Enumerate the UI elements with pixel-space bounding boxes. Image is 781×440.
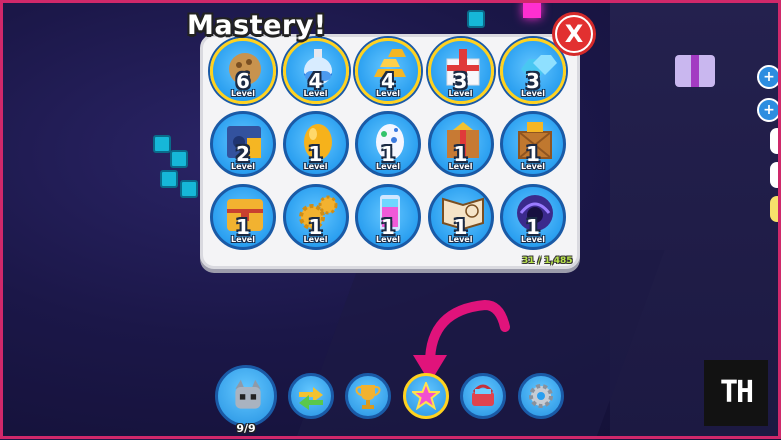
side-plus-button[interactable]: + — [757, 98, 781, 122]
mastery-level-label: Level — [376, 162, 400, 171]
mastery-item[interactable]: 6 Level — [210, 38, 276, 104]
settings-button[interactable] — [518, 373, 564, 419]
cube-decoration — [153, 135, 171, 153]
cube-decoration — [180, 180, 198, 198]
side-currency-pill — [770, 162, 781, 188]
mastery-level-label: Level — [376, 89, 400, 98]
mastery-level-label: Level — [521, 162, 545, 171]
mastery-item[interactable]: 1 Level — [282, 184, 349, 250]
mastery-item[interactable]: 3 Level — [427, 38, 494, 104]
achievements-button[interactable] — [345, 373, 391, 419]
mastery-level-label: Level — [521, 235, 545, 244]
trophy-icon — [355, 385, 381, 409]
mastery-level-label: Level — [376, 235, 400, 244]
mastery-item[interactable]: 1 Level — [210, 184, 276, 250]
mastery-level-label: Level — [521, 89, 545, 98]
side-currency-pill — [770, 196, 781, 222]
close-button[interactable]: X — [552, 12, 596, 56]
pets-button[interactable] — [215, 365, 277, 427]
panel-title: Mastery! — [187, 10, 327, 41]
mastery-item[interactable]: 4 Level — [282, 38, 349, 104]
mastery-button[interactable] — [403, 373, 449, 419]
mastery-item[interactable]: 2 Level — [210, 111, 276, 177]
cube-decoration — [160, 170, 178, 188]
neon-pillar — [523, 0, 541, 18]
side-plus-button[interactable]: + — [757, 65, 781, 89]
mastery-level-label: Level — [303, 235, 328, 244]
mastery-level-label: Level — [303, 89, 328, 98]
mastery-item[interactable]: 1 Level — [355, 184, 421, 250]
mastery-level-label: Level — [448, 162, 473, 171]
mastery-level-label: Level — [303, 162, 328, 171]
shop-basket-icon — [472, 384, 494, 406]
mastery-item[interactable]: 1 Level — [427, 184, 494, 250]
mastery-progress: 31 / 1,485 — [522, 256, 573, 266]
settings-gear-icon — [529, 384, 553, 408]
mastery-level-label: Level — [231, 162, 255, 171]
mastery-item[interactable]: 4 Level — [355, 38, 421, 104]
mastery-item[interactable]: 1 Level — [282, 111, 349, 177]
shop-button[interactable] — [460, 373, 506, 419]
gift-box-decoration — [675, 55, 715, 87]
mastery-level-label: Level — [448, 235, 473, 244]
cube-decoration — [467, 10, 485, 28]
cube-decoration — [170, 150, 188, 168]
side-currency-pill — [770, 128, 781, 154]
mastery-level-label: Level — [231, 235, 255, 244]
pet-count: 9/9 — [236, 422, 256, 435]
mastery-item[interactable]: 1 Level — [427, 111, 494, 177]
watermark-logo: TH — [704, 360, 768, 426]
mastery-level-label: Level — [448, 89, 473, 98]
mastery-item[interactable]: 1 Level — [500, 111, 566, 177]
pointer-arrow-icon — [413, 299, 510, 383]
trade-arrows-icon — [299, 387, 323, 410]
close-icon: X — [557, 17, 591, 51]
mastery-item[interactable]: 1 Level — [500, 184, 566, 250]
mastery-level-label: Level — [231, 89, 255, 98]
cat-pet-icon — [235, 379, 261, 409]
mastery-item[interactable]: 1 Level — [355, 111, 421, 177]
mastery-star-icon — [412, 382, 440, 410]
trade-button[interactable] — [288, 373, 334, 419]
